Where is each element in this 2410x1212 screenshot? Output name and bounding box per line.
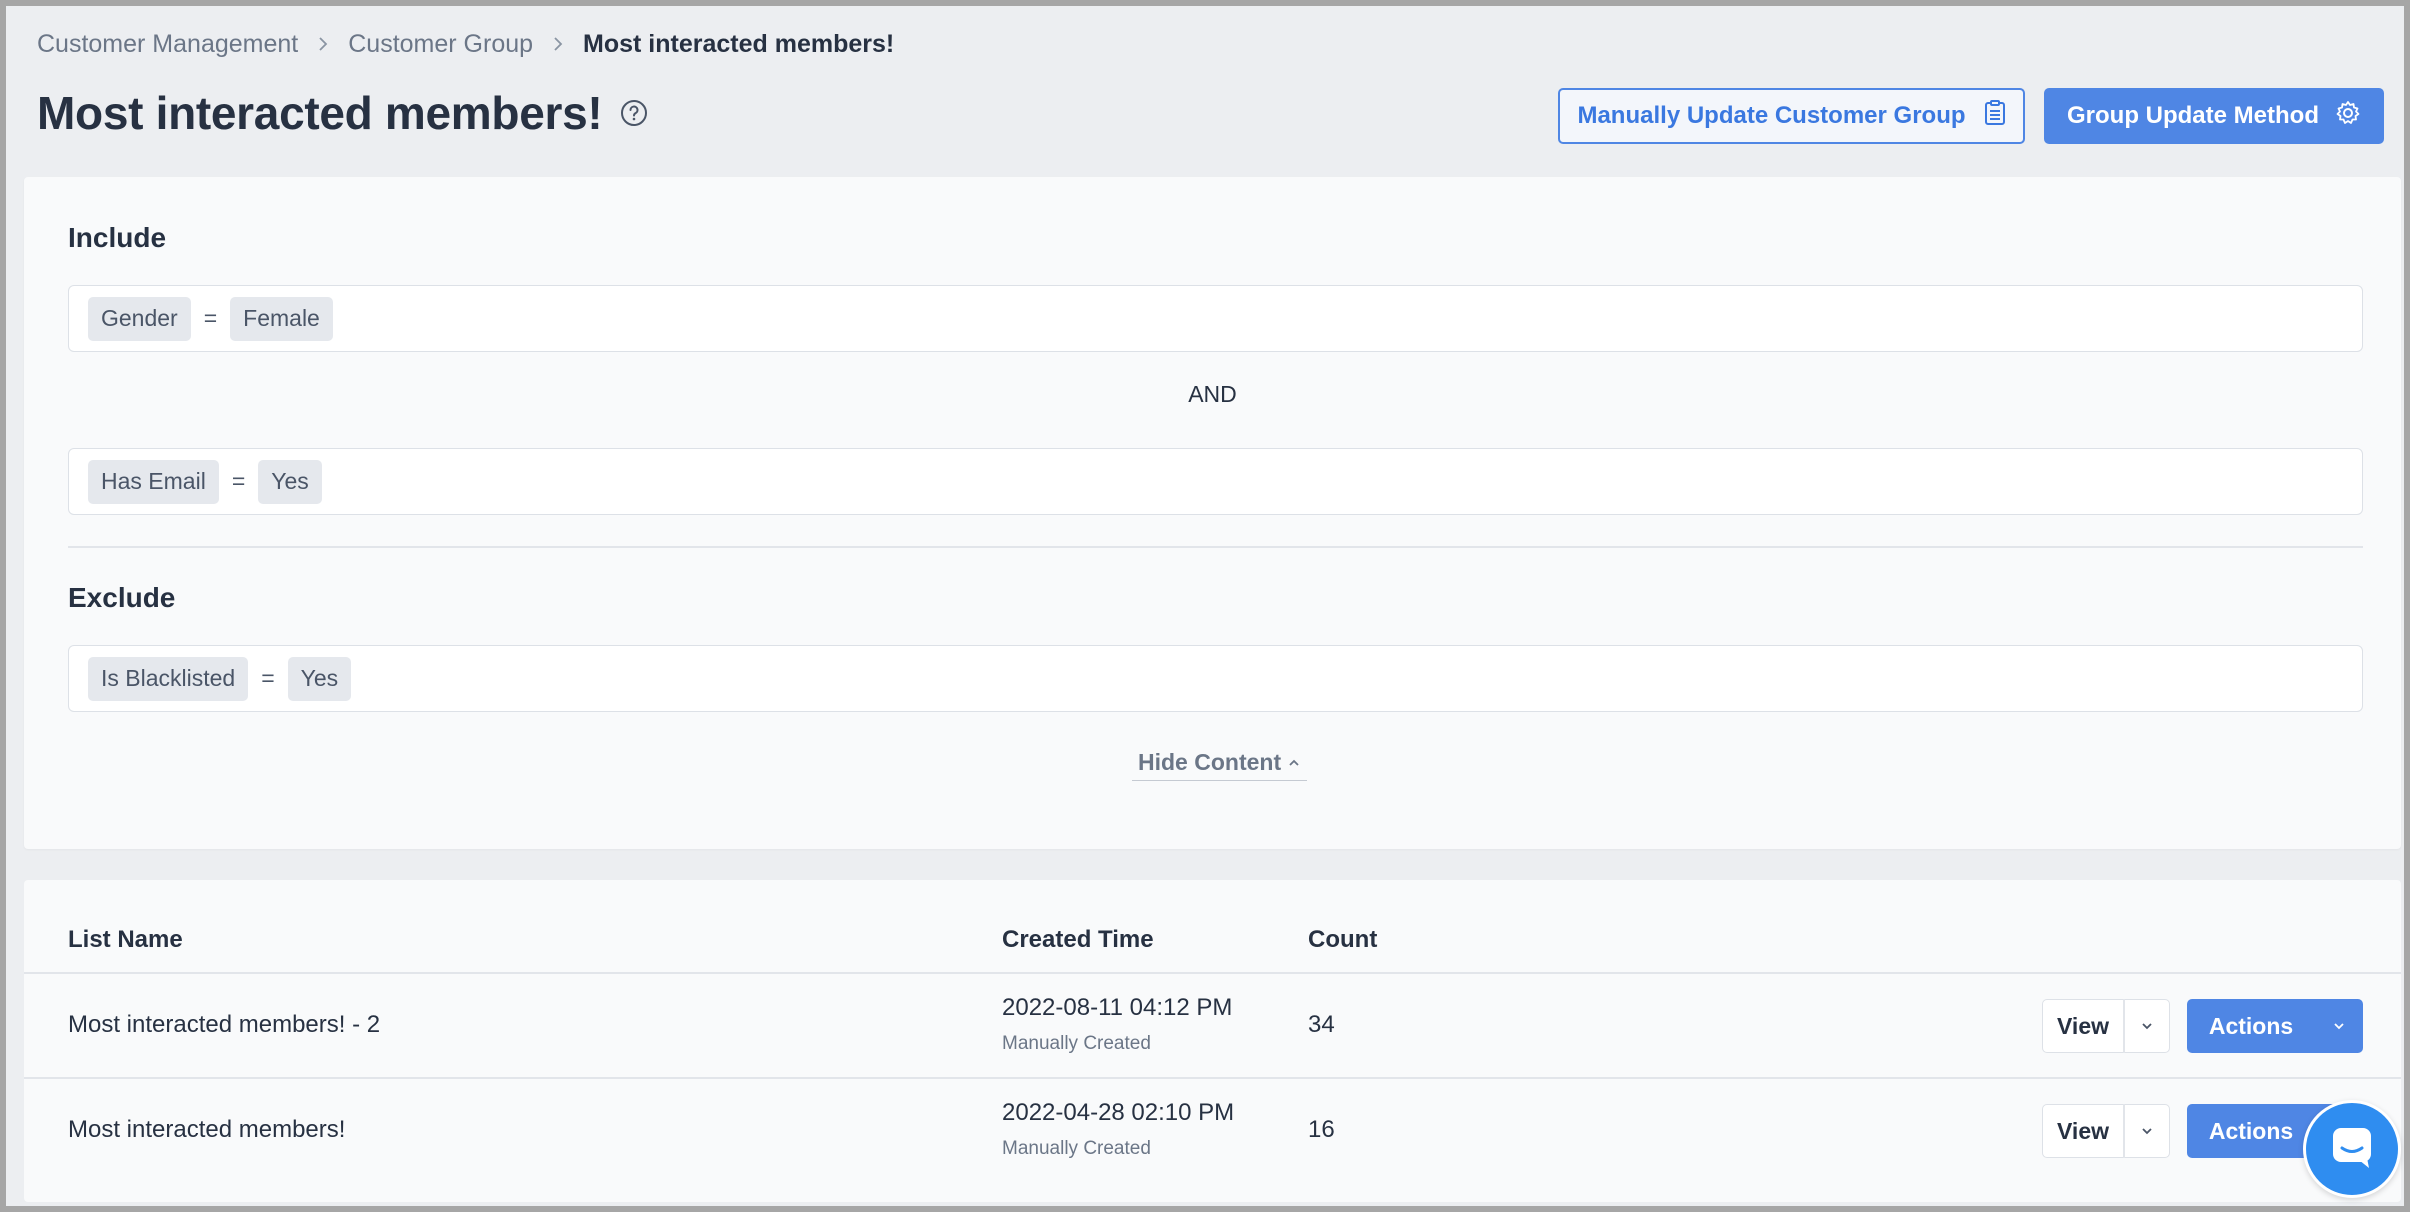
- manually-update-customer-group-button[interactable]: Manually Update Customer Group: [1558, 88, 2025, 144]
- chevron-down-icon[interactable]: [2125, 1124, 2170, 1138]
- created-time-cell: 2022-04-28 02:10 PM: [1002, 1099, 1235, 1126]
- created-time-cell: 2022-08-11 04:12 PM: [1002, 994, 1233, 1021]
- section-divider: [68, 546, 2363, 548]
- include-title: Include: [68, 222, 167, 253]
- condition-operator: =: [261, 665, 275, 691]
- condition-field-tag: Gender: [88, 296, 191, 341]
- and-connector: AND: [1188, 381, 1237, 407]
- table-row: Most interacted members! - 2 2022-08-11 …: [24, 974, 2401, 1079]
- condition-field-tag: Is Blacklisted: [88, 656, 249, 701]
- condition-value-tag: Yes: [258, 459, 322, 504]
- help-circle-icon[interactable]: [620, 99, 648, 127]
- chevron-right-icon: [316, 34, 330, 54]
- group-update-method-button[interactable]: Group Update Method: [2044, 88, 2384, 144]
- title-row: Most interacted members!: [37, 86, 648, 140]
- view-button[interactable]: View: [2042, 999, 2170, 1053]
- chevron-up-icon: [1287, 749, 1301, 776]
- breadcrumb-customer-management[interactable]: Customer Management: [37, 30, 298, 59]
- manually-update-label: Manually Update Customer Group: [1577, 102, 1966, 129]
- exclude-condition-is-blacklisted[interactable]: Is Blacklisted = Yes: [68, 645, 2363, 712]
- actions-label: Actions: [2208, 1117, 2294, 1144]
- include-condition-gender[interactable]: Gender = Female: [68, 285, 2363, 352]
- condition-operator: =: [203, 305, 218, 331]
- include-condition-has-email[interactable]: Has Email = Yes: [68, 448, 2363, 515]
- chat-icon: [2329, 1124, 2375, 1175]
- actions-label: Actions: [2208, 1012, 2294, 1039]
- condition-operator: =: [231, 468, 246, 494]
- count-cell: 16: [1308, 1116, 1335, 1143]
- condition-value-tag: Female: [230, 296, 333, 341]
- group-update-method-label: Group Update Method: [2067, 102, 2319, 129]
- list-name-cell: Most interacted members! - 2: [68, 1011, 381, 1038]
- view-label: View: [2057, 1117, 2109, 1144]
- created-by-cell: Manually Created: [1002, 1033, 1151, 1054]
- table-row: Most interacted members! 2022-04-28 02:1…: [24, 1079, 2401, 1184]
- created-by-cell: Manually Created: [1002, 1138, 1151, 1159]
- view-button[interactable]: View: [2042, 1104, 2170, 1158]
- breadcrumb: Customer Management Customer Group Most …: [37, 28, 894, 60]
- condition-value-tag: Yes: [287, 656, 352, 701]
- column-header-list-name: List Name: [68, 926, 183, 953]
- actions-button[interactable]: Actions: [2187, 999, 2363, 1053]
- view-label: View: [2057, 1012, 2109, 1039]
- breadcrumb-customer-group[interactable]: Customer Group: [348, 30, 533, 59]
- exclude-title: Exclude: [68, 582, 176, 613]
- clipboard-icon: [1984, 99, 2006, 133]
- hide-content-label: Hide Content: [1138, 749, 1282, 775]
- condition-field-tag: Has Email: [88, 459, 219, 504]
- count-cell: 34: [1308, 1011, 1335, 1038]
- criteria-card: Include Gender = Female AND Has Email = …: [24, 177, 2401, 849]
- column-header-created-time: Created Time: [1002, 926, 1154, 953]
- chevron-down-icon[interactable]: [2125, 1019, 2170, 1033]
- chevron-right-icon: [551, 34, 565, 54]
- gear-icon: [2335, 100, 2361, 133]
- list-table: List Name Created Time Count Most intera…: [24, 880, 2401, 1202]
- hide-content-toggle[interactable]: Hide Content: [1132, 749, 1308, 781]
- breadcrumb-current: Most interacted members!: [583, 29, 895, 58]
- page-title: Most interacted members!: [37, 87, 603, 139]
- column-header-count: Count: [1308, 926, 1378, 953]
- chat-launcher-button[interactable]: [2303, 1100, 2401, 1198]
- list-name-cell: Most interacted members!: [68, 1116, 346, 1143]
- chevron-down-icon: [2315, 1019, 2363, 1033]
- page: Customer Management Customer Group Most …: [6, 6, 2404, 1206]
